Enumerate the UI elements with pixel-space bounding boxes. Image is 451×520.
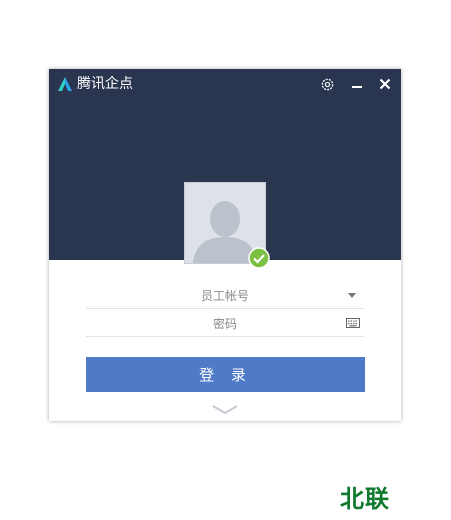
online-check-icon <box>248 247 270 269</box>
chevron-down-icon[interactable] <box>211 403 239 417</box>
watermark-text: 北联 <box>340 485 390 513</box>
minimize-button[interactable] <box>346 73 368 95</box>
app-title: 腾讯企点 <box>77 76 133 92</box>
password-input[interactable] <box>86 311 364 336</box>
username-input[interactable] <box>86 283 364 308</box>
qidian-logo-icon <box>58 77 72 91</box>
close-icon <box>379 78 391 90</box>
keyboard-icon[interactable] <box>346 318 360 328</box>
username-field <box>86 283 364 309</box>
title-bar[interactable]: 腾讯企点 <box>49 69 401 99</box>
dropdown-arrow-icon[interactable] <box>348 293 356 298</box>
login-window: 腾讯企点 员工帐号 登 录 <box>49 69 401 421</box>
password-field <box>86 311 364 337</box>
gear-icon <box>321 78 333 90</box>
close-button[interactable] <box>374 73 396 95</box>
login-button[interactable]: 登 录 <box>86 357 365 392</box>
minimize-icon <box>352 86 362 88</box>
settings-button[interactable] <box>316 73 338 95</box>
